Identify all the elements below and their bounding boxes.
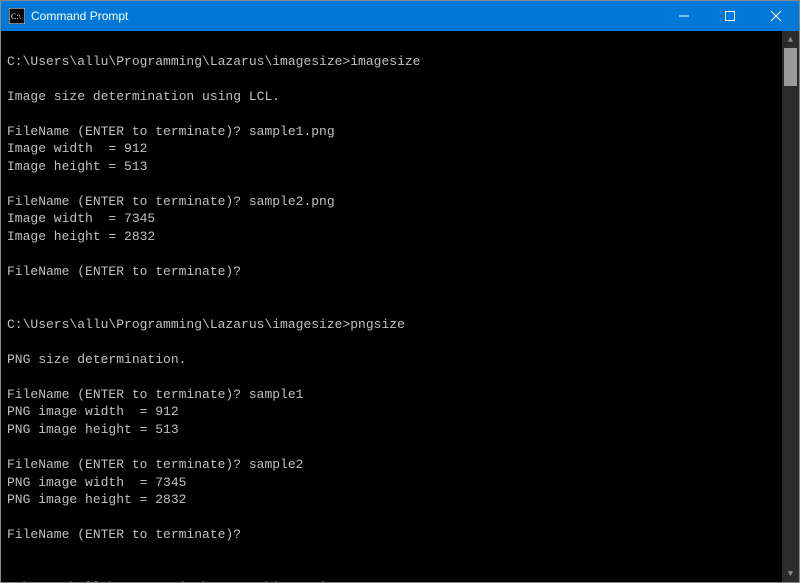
terminal-line: PNG image width = 7345 — [7, 474, 776, 492]
terminal-line — [7, 298, 776, 316]
terminal-line: PNG image width = 912 — [7, 403, 776, 421]
svg-text:C:\: C:\ — [11, 12, 22, 21]
window-titlebar[interactable]: C:\ Command Prompt — [1, 1, 799, 31]
terminal-line: Image size determination using LCL. — [7, 88, 776, 106]
terminal-line: C:\Users\allu\Programming\Lazarus\images… — [7, 316, 776, 334]
terminal-line: FileName (ENTER to terminate)? sample2.p… — [7, 193, 776, 211]
terminal-line: FileName (ENTER to terminate)? — [7, 526, 776, 544]
terminal-line: FileName (ENTER to terminate)? sample1 — [7, 386, 776, 404]
terminal-line — [7, 544, 776, 562]
terminal-line: FileName (ENTER to terminate)? sample2 — [7, 456, 776, 474]
minimize-button[interactable] — [661, 1, 707, 31]
terminal-line: PNG image height = 2832 — [7, 491, 776, 509]
terminal-line — [7, 333, 776, 351]
terminal-line: Image width = 7345 — [7, 210, 776, 228]
vertical-scrollbar[interactable]: ▲ ▼ — [782, 31, 799, 582]
terminal-line: FileName (ENTER to terminate)? — [7, 263, 776, 281]
cmd-icon: C:\ — [9, 8, 25, 24]
terminal-line: Image height = 2832 — [7, 228, 776, 246]
content-area: C:\Users\allu\Programming\Lazarus\images… — [1, 31, 799, 582]
close-button[interactable] — [753, 1, 799, 31]
terminal-line — [7, 105, 776, 123]
terminal-line — [7, 35, 776, 53]
terminal-line: Image width = 912 — [7, 140, 776, 158]
scroll-down-arrow[interactable]: ▼ — [782, 565, 799, 582]
terminal-line: C:\Users\allu\Programming\Lazarus\images… — [7, 579, 776, 582]
terminal-line — [7, 281, 776, 299]
terminal-line — [7, 439, 776, 457]
terminal-line — [7, 561, 776, 579]
window-title: Command Prompt — [31, 9, 128, 23]
scroll-up-arrow[interactable]: ▲ — [782, 31, 799, 48]
scroll-thumb[interactable] — [784, 48, 797, 86]
terminal-line: PNG image height = 513 — [7, 421, 776, 439]
terminal-line: PNG size determination. — [7, 351, 776, 369]
terminal-output[interactable]: C:\Users\allu\Programming\Lazarus\images… — [1, 31, 782, 582]
terminal-line: Image height = 513 — [7, 158, 776, 176]
scroll-track[interactable] — [782, 48, 799, 565]
maximize-button[interactable] — [707, 1, 753, 31]
terminal-line — [7, 509, 776, 527]
terminal-line: C:\Users\allu\Programming\Lazarus\images… — [7, 53, 776, 71]
terminal-line — [7, 70, 776, 88]
terminal-line: FileName (ENTER to terminate)? sample1.p… — [7, 123, 776, 141]
terminal-line — [7, 246, 776, 264]
terminal-line — [7, 175, 776, 193]
terminal-line — [7, 368, 776, 386]
window-controls — [661, 1, 799, 31]
